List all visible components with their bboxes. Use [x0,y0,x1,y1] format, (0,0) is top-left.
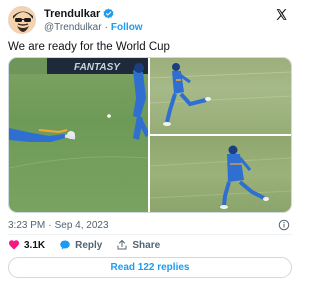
share-icon [117,240,127,250]
fielder-dive-illustration: FANTASY [9,58,148,169]
media-photo-run[interactable] [150,58,291,134]
info-icon[interactable] [278,219,290,231]
like-count: 3.1K [24,239,46,251]
author-display-name[interactable]: Trendulkar [44,8,100,20]
handle-separator: · [104,22,108,33]
reply-label: Reply [75,239,103,251]
author-handle[interactable]: @Trendulkar [44,22,102,33]
reply-button[interactable]: Reply [59,239,102,251]
author-names: Trendulkar @Trendulkar · Follow [44,7,143,34]
follow-button[interactable]: Follow [111,22,143,33]
banner-text: FANTASY [74,62,121,73]
tweet-card: Trendulkar @Trendulkar · Follow We are r… [0,0,300,287]
tweet-media-grid[interactable]: FANTASY [8,57,292,213]
read-replies-button[interactable]: Read 122 replies [8,257,292,278]
x-logo-icon[interactable] [275,8,288,21]
tweet-actions: 3.1K Reply Share [8,238,160,252]
verified-badge-icon [103,8,114,19]
tweet-header: Trendulkar @Trendulkar · Follow [8,6,292,34]
like-button[interactable]: 3.1K [8,239,45,251]
divider [8,234,292,235]
fielder-run-illustration [150,63,291,126]
heart-icon [9,240,19,250]
timestamp-separator: · [48,220,52,231]
media-photo-dive[interactable]: FANTASY [9,58,148,212]
reply-icon [60,240,70,250]
tweet-date: Sep 4, 2023 [54,220,109,231]
fielder-throw-illustration [150,145,291,209]
avatar-face-icon [9,7,35,33]
tweet-time: 3:23 PM [8,220,46,231]
share-label: Share [132,239,161,251]
tweet-timestamp[interactable]: 3:23 PM · Sep 4, 2023 [8,220,109,231]
tweet-text: We are ready for the World Cup [8,41,170,53]
avatar[interactable] [8,6,36,34]
media-photo-throw[interactable] [150,136,291,212]
share-button[interactable]: Share [116,239,160,251]
